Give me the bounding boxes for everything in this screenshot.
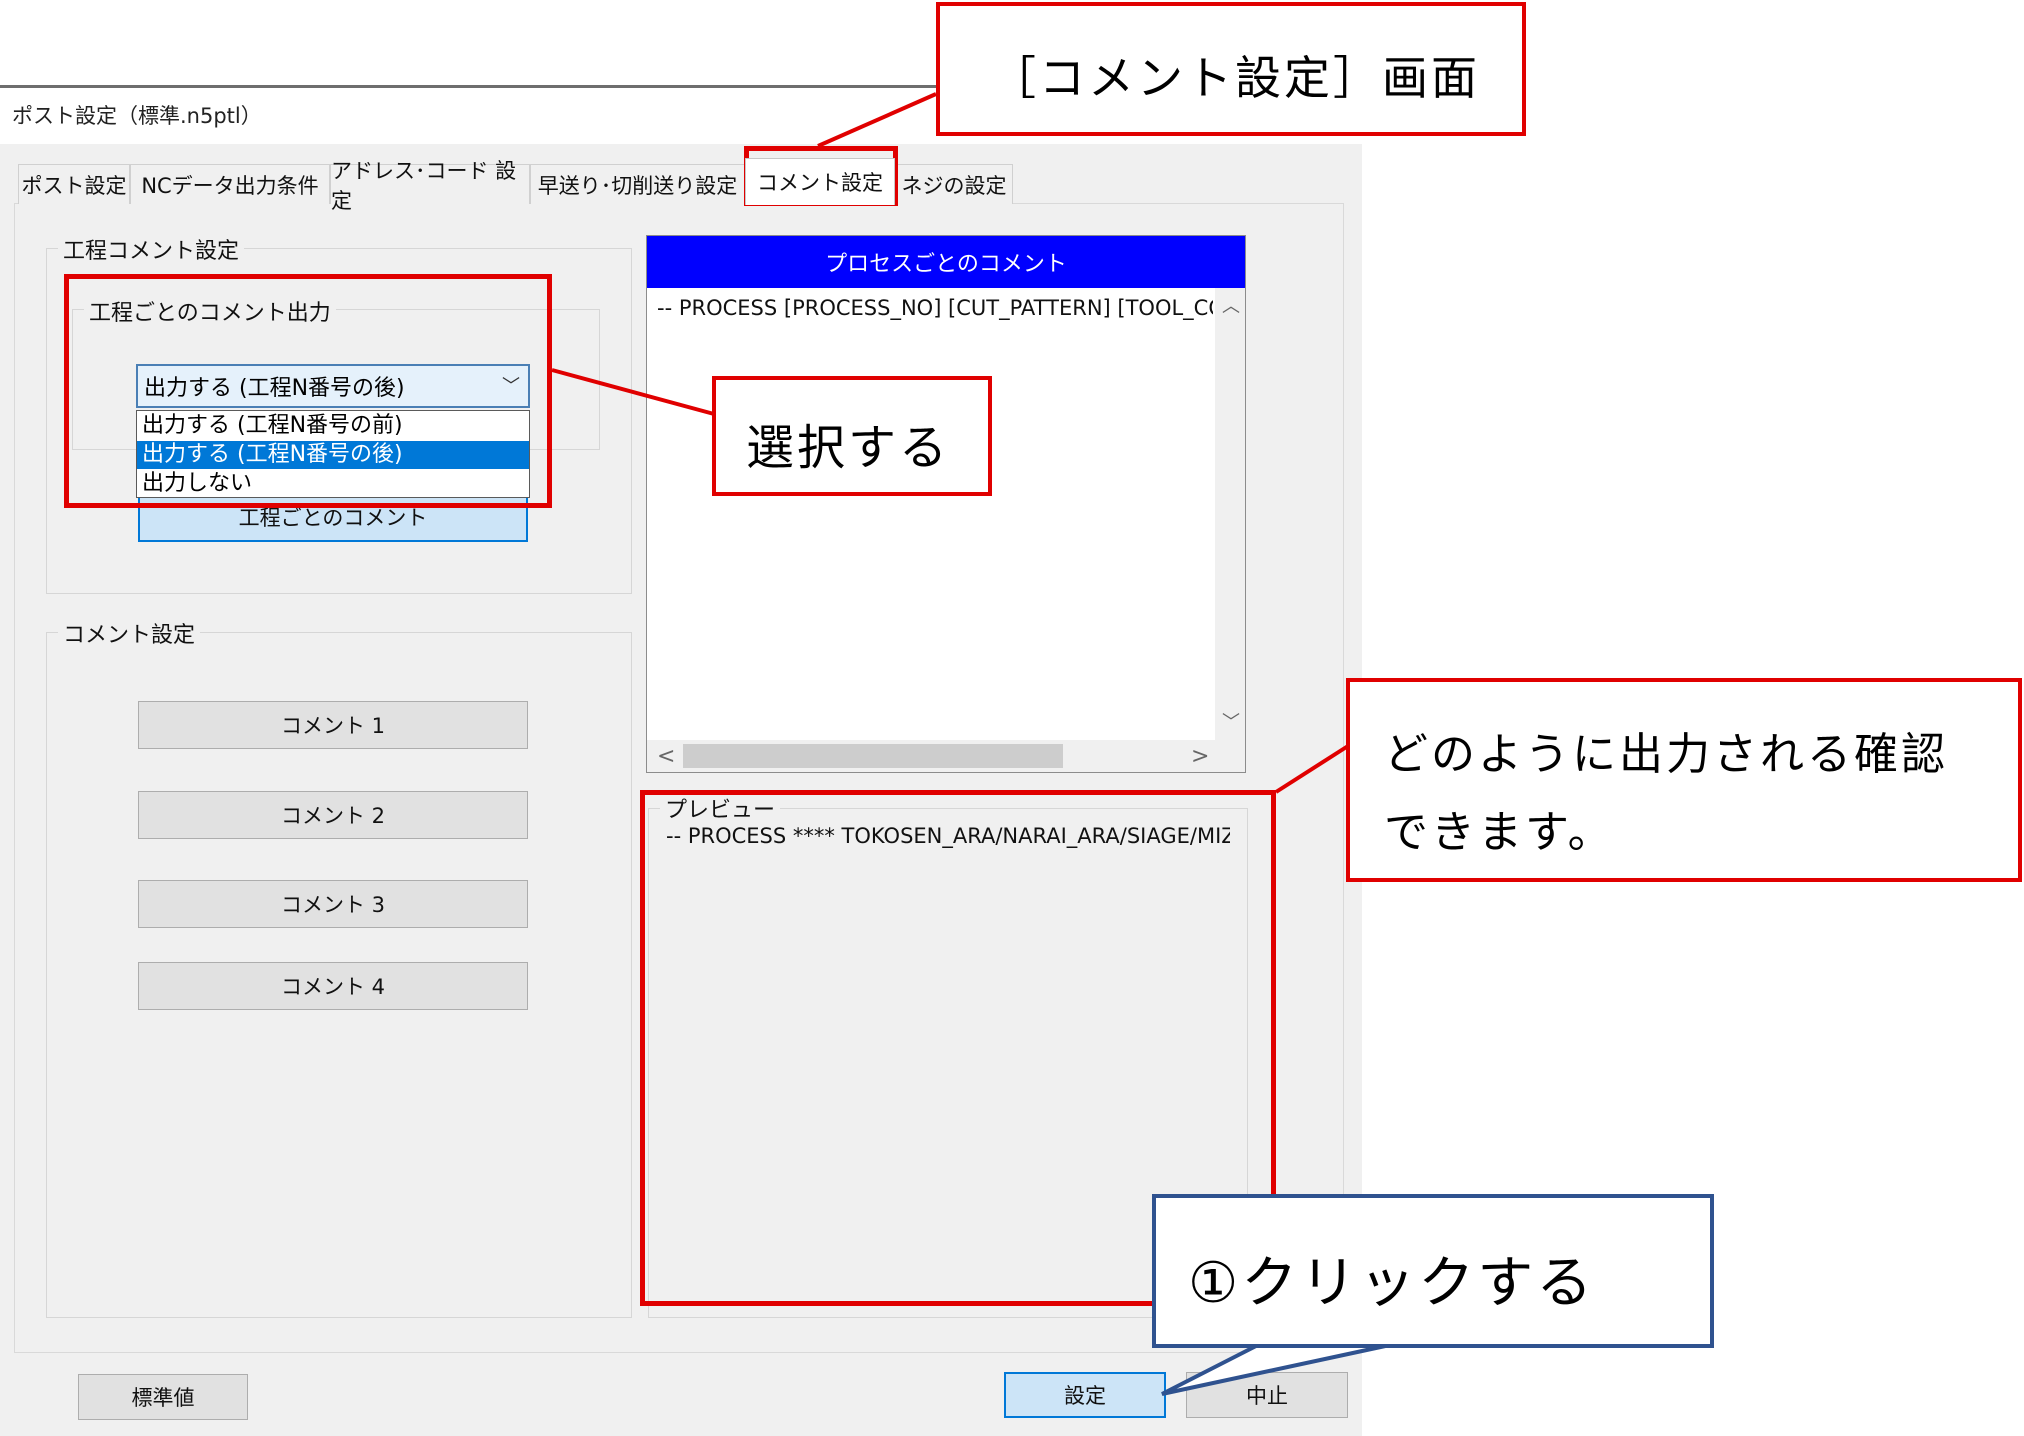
leader-line-confirm — [1274, 744, 1350, 794]
callout-click-text: ①クリックする — [1188, 1251, 1596, 1316]
callout-preview-confirm-line1: どのように出力される確認 — [1384, 729, 1948, 780]
callout-select: 選択する — [712, 376, 992, 496]
callout-screen-name: ［コメント設定］画面 — [936, 2, 1526, 136]
callout-preview-confirm-line2: できます。 — [1384, 807, 1615, 858]
tab-comment-settings[interactable]: コメント設定 — [745, 158, 895, 205]
callout-select-text: 選択する — [746, 420, 951, 476]
callout-preview-confirm: どのように出力される確認 できます。 — [1346, 678, 2022, 882]
leader-line-screen — [817, 92, 937, 148]
click-callout-tail — [1161, 1343, 1391, 1396]
leader-line-select — [551, 368, 715, 416]
callout-click: ①クリックする — [1152, 1194, 1714, 1348]
highlight-output-combo — [64, 274, 552, 508]
callout-screen-name-text: ［コメント設定］画面 — [990, 51, 1480, 105]
